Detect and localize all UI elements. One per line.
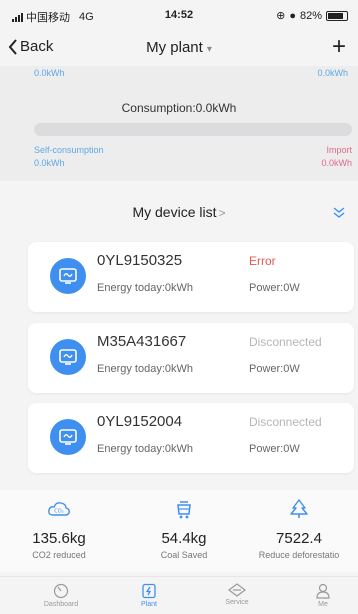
- tab-service[interactable]: Service: [212, 583, 262, 613]
- tab-label: Plant: [141, 601, 157, 608]
- co2-label: CO2 reduced: [32, 550, 86, 560]
- device-serial: M35A431667: [97, 333, 187, 350]
- alarm-icon: ●: [289, 9, 296, 22]
- environment-stats: CO₂ 135.6kg CO2 reduced 54.4kg Coal Save…: [0, 490, 358, 572]
- stat-co2: CO₂ 135.6kg CO2 reduced: [0, 490, 118, 560]
- plant-selector: My plant ▾: [0, 39, 358, 56]
- nav-bar: Back My plant ▾ +: [0, 30, 358, 66]
- self-consumption-label: Self-consumption: [34, 145, 104, 155]
- status-right: ⊕ ● 82%: [276, 9, 348, 22]
- device-card[interactable]: 0YL9152004 Disconnected Energy today:0kW…: [28, 403, 354, 473]
- device-card[interactable]: M35A431667 Disconnected Energy today:0kW…: [28, 323, 354, 393]
- me-icon: [316, 583, 330, 599]
- consumption-total: Consumption:0.0kWh: [121, 101, 237, 115]
- coal-cart-icon: [125, 498, 243, 520]
- device-status: Disconnected: [249, 415, 322, 429]
- import-value: 0.0kWh: [321, 158, 352, 168]
- device-power: Power:0W: [249, 443, 300, 455]
- back-label: Back: [20, 38, 54, 55]
- plant-selector-toggle[interactable]: My plant ▾: [146, 39, 212, 56]
- device-list-title: My device list: [132, 204, 217, 220]
- tab-label: Service: [225, 599, 249, 606]
- device-energy-today: Energy today:0kWh: [97, 282, 193, 294]
- caret-down-icon: ▾: [206, 44, 212, 55]
- tab-plant[interactable]: Plant: [124, 583, 174, 613]
- double-chevron-down-icon[interactable]: [332, 206, 346, 220]
- device-power: Power:0W: [249, 282, 300, 294]
- tab-label: Dashboard: [43, 601, 79, 608]
- stat-coal: 54.4kg Coal Saved: [125, 490, 243, 560]
- dashboard-icon: [53, 583, 69, 599]
- device-energy-today: Energy today:0kWh: [97, 443, 193, 455]
- self-consumption-value: 0.0kWh: [34, 158, 65, 168]
- device-serial: 0YL9150325: [97, 252, 183, 269]
- coal-value: 54.4kg: [161, 530, 207, 547]
- inverter-icon: [50, 339, 86, 375]
- status-bar: 中国移动 4G 14:52 ⊕ ● 82%: [0, 0, 358, 28]
- deforestation-label: Reduce deforestatio: [258, 550, 340, 560]
- battery-percent: 82%: [299, 9, 322, 22]
- tab-label: Me: [318, 601, 328, 608]
- tree-icon: [240, 498, 358, 520]
- summary-top-left-value: 0.0kWh: [34, 68, 65, 78]
- device-status: Disconnected: [249, 335, 322, 349]
- tab-bar: Dashboard Plant Service Me: [0, 576, 358, 614]
- inverter-icon: [50, 419, 86, 455]
- lock-rotation-icon: ⊕: [276, 10, 286, 22]
- tab-me[interactable]: Me: [298, 583, 348, 613]
- stat-deforestation: 7522.4 Reduce deforestatio: [240, 490, 358, 560]
- device-card[interactable]: 0YL9150325 Error Energy today:0kWh Power…: [28, 242, 354, 312]
- device-energy-today: Energy today:0kWh: [97, 363, 193, 375]
- cloud-co2-icon: CO₂: [0, 498, 118, 520]
- page-title: My plant: [146, 39, 203, 56]
- tab-dashboard[interactable]: Dashboard: [36, 583, 86, 613]
- import-label: Import: [326, 145, 352, 155]
- inverter-icon: [50, 258, 86, 294]
- device-list-header: My device list >: [0, 194, 358, 230]
- energy-summary: 0.0kWh 0.0kWh Consumption:0.0kWh Self-co…: [0, 66, 358, 181]
- device-status: Error: [249, 254, 276, 268]
- co2-value: 135.6kg: [32, 530, 86, 547]
- device-power: Power:0W: [249, 363, 300, 375]
- battery-icon: [326, 10, 348, 21]
- summary-top-right-value: 0.0kWh: [317, 68, 348, 78]
- device-list-link[interactable]: My device list >: [0, 204, 358, 220]
- plant-icon: [142, 583, 156, 599]
- deforestation-value: 7522.4: [276, 530, 322, 547]
- add-button[interactable]: +: [332, 33, 346, 61]
- svg-text:CO₂: CO₂: [54, 509, 63, 515]
- back-button[interactable]: Back: [8, 38, 53, 55]
- chevron-left-icon: [8, 38, 17, 55]
- coal-label: Coal Saved: [160, 550, 208, 560]
- consumption-bar: [34, 123, 352, 136]
- service-icon: [228, 583, 246, 597]
- device-serial: 0YL9152004: [97, 413, 183, 430]
- chevron-right-icon: >: [218, 206, 226, 220]
